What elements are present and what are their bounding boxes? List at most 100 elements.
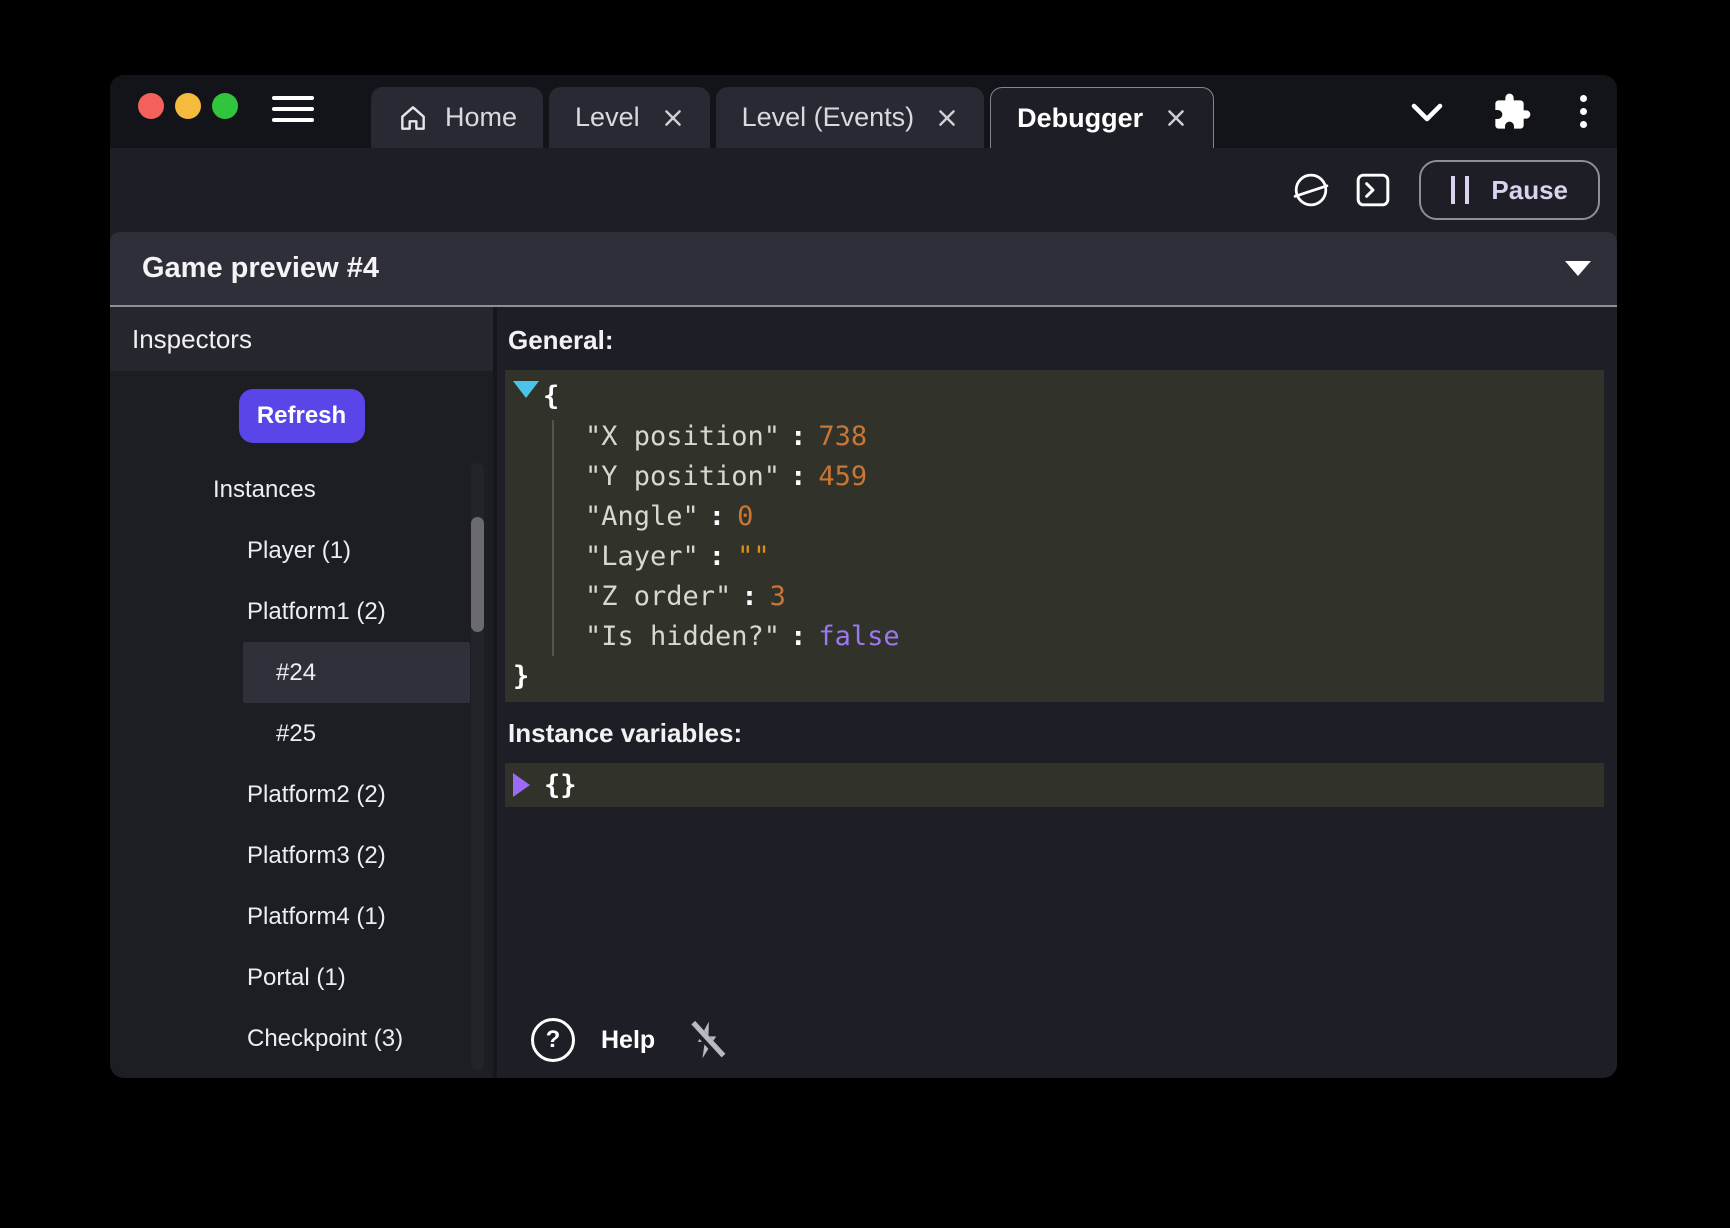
instance-tree-item[interactable]: #24: [243, 642, 470, 703]
instance-tree-item-label: #24: [276, 659, 316, 687]
variables-root-row[interactable]: {}: [505, 763, 577, 807]
caret-down-icon: [1565, 261, 1591, 276]
home-icon: [397, 102, 429, 134]
instance-tree-item[interactable]: Platform4 (1): [214, 886, 470, 947]
json-key: "Is hidden?": [585, 621, 780, 652]
inspectors-panel: Inspectors Refresh InstancesPlayer (1)Pl…: [110, 307, 497, 1078]
json-colon: :: [709, 541, 725, 572]
game-preview-title: Game preview #4: [142, 252, 379, 285]
json-property-row: "Layer": "": [505, 536, 1604, 576]
instance-tree-item-label: Portal (1): [247, 964, 346, 992]
instance-tree-item-label: Checkpoint (3): [247, 1025, 403, 1053]
pause-icon: [1451, 176, 1469, 204]
instance-tree-item-label: Platform4 (1): [247, 903, 386, 931]
instance-tree-item[interactable]: Checkpoint (3): [214, 1008, 470, 1069]
app-window: Home Level Level (Events) Debugger Pause Ga…: [110, 75, 1617, 1078]
flash-off-icon[interactable]: [685, 1018, 729, 1062]
json-value: 459: [818, 461, 867, 492]
tab-label: Level: [575, 102, 640, 133]
json-key: "Layer": [585, 541, 699, 572]
json-property-row: "Angle":0: [505, 496, 1604, 536]
console-icon[interactable]: [1355, 172, 1391, 208]
instance-tree-item-label: #25: [276, 720, 316, 748]
json-key: "Angle": [585, 501, 699, 532]
instance-tree-item[interactable]: Ladder (1): [214, 1069, 470, 1078]
instance-tree-item[interactable]: Platform2 (2): [214, 764, 470, 825]
instance-tree-item-label: Player (1): [247, 537, 351, 565]
collapse-arrow-icon[interactable]: [513, 381, 539, 398]
tabbar-actions: [1410, 75, 1587, 148]
instance-tree-item[interactable]: Instances: [180, 459, 470, 520]
instance-tree-item[interactable]: Platform3 (2): [214, 825, 470, 886]
instance-tree-item-label: Platform3 (2): [247, 842, 386, 870]
indent-guide: [552, 420, 554, 656]
extensions-puzzle-icon[interactable]: [1492, 92, 1532, 132]
debugger-toolbar: Pause: [110, 148, 1617, 232]
json-property-row: "Y position":459: [505, 456, 1604, 496]
kebab-menu-icon[interactable]: [1580, 95, 1587, 128]
json-key: "Y position": [585, 461, 780, 492]
help-label[interactable]: Help: [601, 1026, 655, 1055]
tab-label: Level (Events): [742, 102, 915, 133]
instances-tree: Instances Player (1) Platform1 (2) #24 #25 Pl…: [110, 459, 493, 1078]
debugger-content: Inspectors Refresh InstancesPlayer (1)Pl…: [110, 307, 1617, 1078]
window-controls: [138, 93, 238, 119]
json-colon: :: [741, 581, 757, 612]
tab-debugger[interactable]: Debugger: [990, 87, 1214, 148]
json-value: 738: [818, 421, 867, 452]
inspector-detail-panel: General: { "X position":738"Y position":…: [497, 307, 1617, 1078]
profiler-gauge-icon[interactable]: [1293, 172, 1329, 208]
close-icon[interactable]: [936, 107, 958, 129]
close-brace: }: [513, 661, 529, 692]
json-entries: "X position":738"Y position":459"Angle":…: [505, 416, 1604, 656]
instance-tree-item[interactable]: Portal (1): [214, 947, 470, 1008]
general-section-label: General:: [508, 325, 1604, 356]
tab-label: Home: [445, 102, 517, 133]
instance-tree-item-label: Platform2 (2): [247, 781, 386, 809]
json-key: "X position": [585, 421, 780, 452]
json-property-row: "Is hidden?": false: [505, 616, 1604, 656]
tab-level-events[interactable]: Level (Events): [716, 87, 985, 148]
close-window-button[interactable]: [138, 93, 164, 119]
json-colon: :: [790, 621, 806, 652]
json-colon: :: [709, 501, 725, 532]
close-icon[interactable]: [1165, 107, 1187, 129]
close-icon[interactable]: [662, 107, 684, 129]
main-menu-hamburger-icon[interactable]: [272, 96, 314, 122]
json-value: 3: [770, 581, 786, 612]
instance-tree-item[interactable]: Player (1): [214, 520, 470, 581]
instance-tree-item-label: Platform1 (2): [247, 598, 386, 626]
json-root-row[interactable]: {: [505, 376, 1604, 416]
json-property-row: "Z order":3: [505, 576, 1604, 616]
json-root-close-row: }: [505, 656, 1604, 696]
pause-button[interactable]: Pause: [1419, 160, 1600, 220]
json-colon: :: [790, 461, 806, 492]
help-row: Help: [505, 1014, 1604, 1066]
tab-strip: Home Level Level (Events) Debugger: [371, 87, 1214, 148]
empty-object-value: {}: [544, 770, 577, 801]
spacer: [505, 807, 1604, 1014]
tab-bar: Home Level Level (Events) Debugger: [110, 75, 1617, 148]
instance-variables-label: Instance variables:: [508, 718, 1604, 749]
instance-tree-item[interactable]: #25: [243, 703, 470, 764]
tab-level[interactable]: Level: [549, 87, 710, 148]
game-preview-header[interactable]: Game preview #4: [110, 232, 1617, 307]
json-key: "Z order": [585, 581, 731, 612]
minimize-window-button[interactable]: [175, 93, 201, 119]
chevron-down-icon[interactable]: [1410, 100, 1444, 124]
expand-arrow-icon[interactable]: [513, 773, 530, 797]
json-value: "": [737, 541, 770, 572]
instance-tree-item-label: Instances: [213, 476, 316, 504]
help-icon[interactable]: [531, 1018, 575, 1062]
instance-variables-json-view: {}: [505, 763, 1604, 807]
sidebar-scrollbar-thumb[interactable]: [471, 517, 484, 632]
instance-tree-item[interactable]: Platform1 (2): [214, 581, 470, 642]
tab-label: Debugger: [1017, 103, 1143, 134]
json-value: 0: [737, 501, 753, 532]
tab-home[interactable]: Home: [371, 87, 543, 148]
maximize-window-button[interactable]: [212, 93, 238, 119]
open-brace: {: [543, 381, 559, 412]
pause-button-label: Pause: [1491, 175, 1568, 206]
json-value: false: [818, 621, 899, 652]
refresh-button[interactable]: Refresh: [239, 389, 365, 443]
